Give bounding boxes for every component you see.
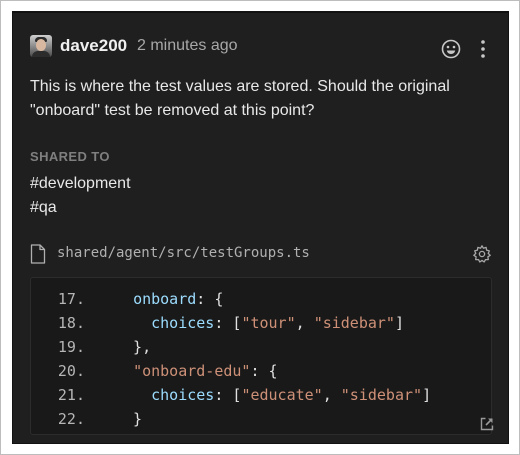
snippet-file-header: shared/agent/src/testGroups.ts xyxy=(30,244,495,264)
code-token: "sidebar" xyxy=(313,314,395,332)
file-icon xyxy=(30,244,46,264)
avatar-shirt xyxy=(32,51,50,57)
code-text: onboard: { xyxy=(115,287,223,311)
open-in-editor-button[interactable] xyxy=(479,416,495,432)
code-token: "sidebar" xyxy=(340,386,423,404)
comment-message: This is where the test values are stored… xyxy=(30,78,450,119)
code-token: , xyxy=(295,314,314,332)
code-line: 20. "onboard-edu": { xyxy=(31,359,471,383)
open-external-icon xyxy=(480,417,494,431)
snippet-file-path[interactable]: shared/agent/src/testGroups.ts xyxy=(57,245,310,261)
code-token: : { xyxy=(250,362,278,380)
code-token: "onboard-edu" xyxy=(133,362,251,380)
code-line: 19. }, xyxy=(31,335,471,359)
code-line: 21. choices: ["educate", "sidebar"] xyxy=(31,383,471,407)
code-token: onboard xyxy=(133,290,197,308)
avatar[interactable] xyxy=(30,35,52,57)
author-name[interactable]: dave200 xyxy=(60,35,127,57)
line-number: 18. xyxy=(57,314,85,332)
code-text: } xyxy=(115,407,142,431)
code-token: : { xyxy=(196,290,224,308)
code-text: }, xyxy=(115,335,151,359)
line-number: 21. xyxy=(57,386,85,404)
line-number: 17. xyxy=(57,290,85,308)
snippet-settings-button[interactable] xyxy=(472,244,492,264)
code-token: choices xyxy=(151,314,215,332)
code-text: choices: ["tour", "sidebar"] xyxy=(115,311,404,335)
code-text: "onboard-edu": { xyxy=(115,359,278,383)
channel-link-development[interactable]: #development xyxy=(30,172,131,196)
card-top-divider xyxy=(13,12,508,13)
code-token: : [ xyxy=(214,386,242,404)
code-token: ] xyxy=(422,386,432,404)
code-comment-card: dave200 2 minutes ago This is where the … xyxy=(12,11,509,444)
code-snippet: 17. onboard: {18. choices: ["tour", "sid… xyxy=(30,277,495,435)
code-line: 18. choices: ["tour", "sidebar"] xyxy=(31,311,471,335)
code-token: : [ xyxy=(214,314,242,332)
comment-timestamp: 2 minutes ago xyxy=(137,37,238,54)
screenshot-frame: dave200 2 minutes ago This is where the … xyxy=(0,0,520,455)
code-token: ] xyxy=(394,314,404,332)
more-options-button[interactable] xyxy=(477,39,489,59)
add-reaction-button[interactable] xyxy=(441,39,461,59)
gear-icon xyxy=(473,245,491,263)
code-token: , xyxy=(322,386,341,404)
shared-to-label: SHARED TO xyxy=(30,149,110,164)
code-line: 17. onboard: { xyxy=(31,287,471,311)
code-text: choices: ["educate", "sidebar"] xyxy=(115,383,431,407)
code-line: 22. } xyxy=(31,407,471,431)
avatar-face xyxy=(36,39,46,51)
code-token: "tour" xyxy=(241,314,296,332)
channel-link-qa[interactable]: #qa xyxy=(30,196,131,220)
code-token: } xyxy=(115,410,143,428)
smiley-face-icon xyxy=(441,39,461,59)
line-number: 19. xyxy=(57,338,85,356)
code-token: }, xyxy=(115,338,152,356)
code-token: choices xyxy=(151,386,215,404)
shared-channels-list: #development #qa xyxy=(30,172,131,220)
line-number: 20. xyxy=(57,362,85,380)
code-token: "educate" xyxy=(241,386,323,404)
line-number: 22. xyxy=(57,410,85,428)
vertical-ellipsis-icon xyxy=(481,40,485,58)
